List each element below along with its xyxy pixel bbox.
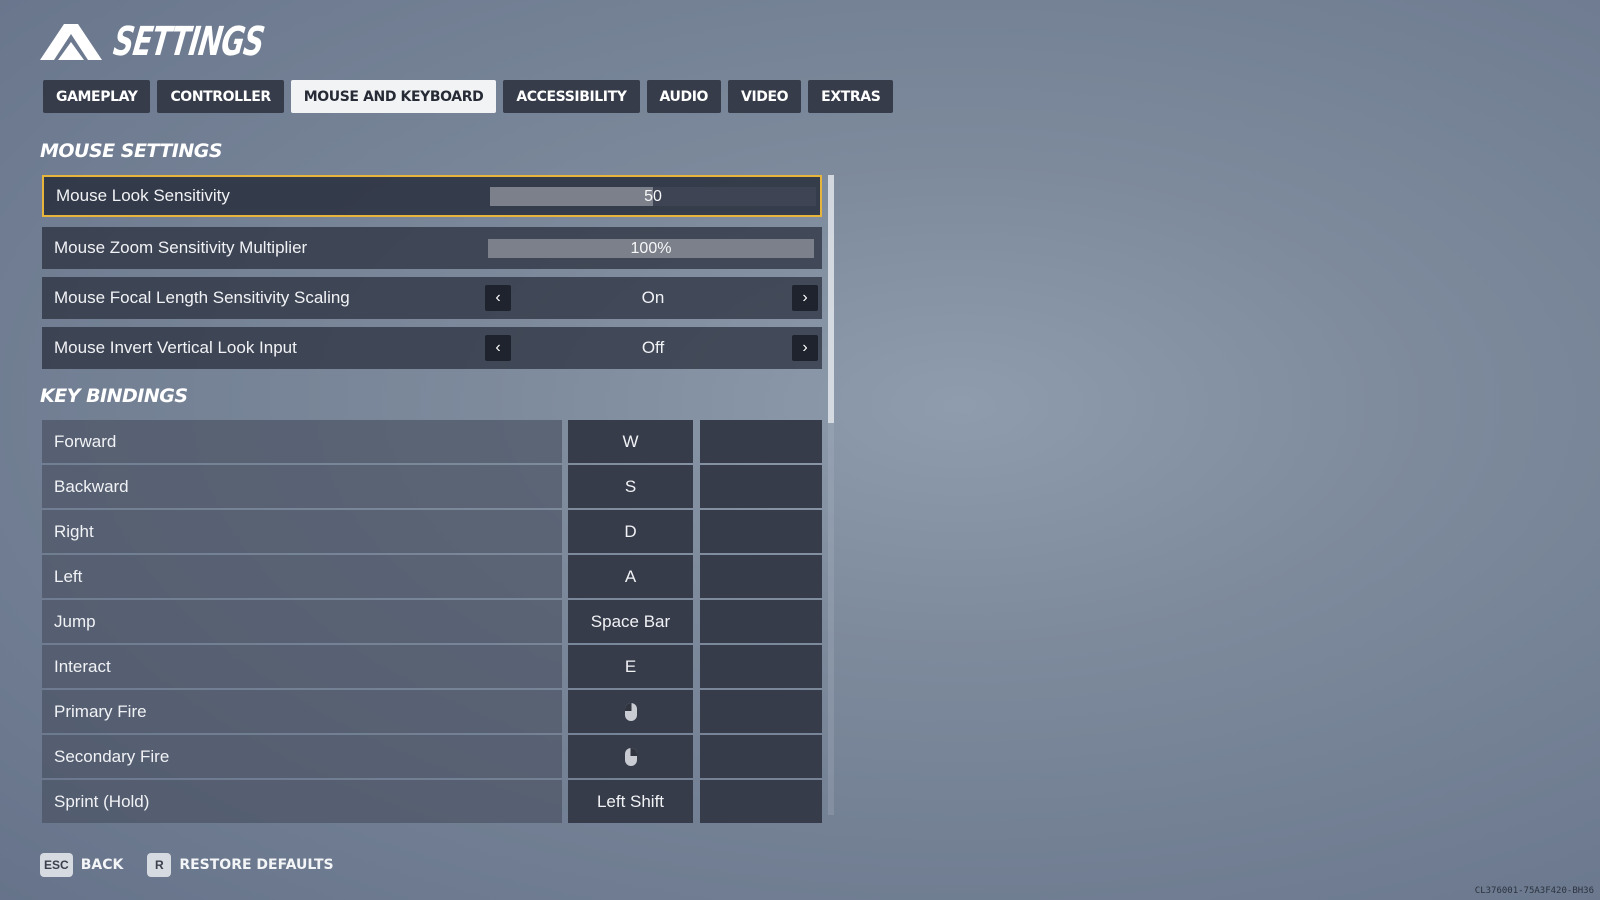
build-id: CL376001-75A3F420-BH36: [1474, 886, 1594, 896]
keybind-secondary-slot[interactable]: [700, 780, 822, 823]
setting-label: Mouse Focal Length Sensitivity Scaling: [54, 288, 350, 307]
keybind-action: Jump: [42, 600, 562, 643]
keybind-action: Forward: [42, 420, 562, 463]
restore-defaults-button[interactable]: R RESTORE DEFAULTS: [147, 853, 334, 877]
keybind-row-primary-fire: Primary Fire: [42, 690, 822, 733]
chevron-left-icon[interactable]: ‹: [485, 335, 511, 361]
keybind-row-backward: Backward S: [42, 465, 822, 508]
tab-controller[interactable]: CONTROLLER: [157, 80, 284, 113]
keybind-row-secondary-fire: Secondary Fire: [42, 735, 822, 778]
keybind-action: Primary Fire: [42, 690, 562, 733]
selector-value: Off: [641, 338, 665, 357]
setting-mouse-invert-vertical-look[interactable]: Mouse Invert Vertical Look Input ‹ Off ›: [42, 327, 822, 369]
footer: ESC BACK R RESTORE DEFAULTS: [40, 853, 358, 877]
keybind-action-label: Sprint (Hold): [54, 791, 150, 811]
esc-keycap: ESC: [40, 853, 73, 877]
keybind-secondary-slot[interactable]: [700, 645, 822, 688]
keybind-secondary-slot[interactable]: [700, 690, 822, 733]
keybind-action-label: Interact: [54, 656, 111, 676]
chevron-right-icon[interactable]: ›: [792, 285, 818, 311]
keybind-primary-slot[interactable]: [568, 690, 693, 733]
keybind-action-label: Backward: [54, 476, 129, 496]
keybind-action: Sprint (Hold): [42, 780, 562, 823]
header: SETTINGS: [40, 18, 305, 66]
keybind-secondary-slot[interactable]: [700, 735, 822, 778]
keybind-row-left: Left A: [42, 555, 822, 598]
mouse-zoom-sensitivity-slider[interactable]: 100%: [488, 238, 814, 258]
key-bindings-heading: KEY BINDINGS: [40, 385, 188, 407]
keybind-primary-slot[interactable]: E: [568, 645, 693, 688]
tab-extras[interactable]: EXTRAS: [808, 80, 894, 113]
keybind-row-jump: Jump Space Bar: [42, 600, 822, 643]
keybind-secondary-slot[interactable]: [700, 465, 822, 508]
keybind-primary-slot[interactable]: S: [568, 465, 693, 508]
keybind-secondary-slot[interactable]: [700, 600, 822, 643]
scrollbar-thumb[interactable]: [828, 175, 834, 423]
back-label: BACK: [80, 857, 124, 873]
keybind-action-label: Primary Fire: [54, 701, 147, 721]
left-mouse-button-icon: [624, 702, 637, 721]
setting-mouse-look-sensitivity[interactable]: Mouse Look Sensitivity 50: [42, 175, 822, 217]
tab-accessibility[interactable]: ACCESSIBILITY: [503, 80, 640, 113]
keybind-action: Interact: [42, 645, 562, 688]
keybind-action: Secondary Fire: [42, 735, 562, 778]
chevron-logo-icon: [40, 24, 102, 60]
scrollbar[interactable]: [828, 175, 834, 815]
keybind-primary-slot[interactable]: Left Shift: [568, 780, 693, 823]
right-mouse-button-icon: [624, 747, 637, 766]
mouse-settings-heading: MOUSE SETTINGS: [40, 140, 223, 162]
r-keycap: R: [147, 853, 172, 877]
slider-value: 50: [644, 187, 662, 205]
keybind-primary-slot[interactable]: A: [568, 555, 693, 598]
tab-video[interactable]: VIDEO: [728, 80, 802, 113]
keybind-action-label: Forward: [54, 431, 117, 451]
slider-value: 100%: [630, 239, 672, 257]
page-title: SETTINGS: [110, 19, 267, 65]
tab-gameplay[interactable]: GAMEPLAY: [43, 80, 151, 113]
back-button[interactable]: ESC BACK: [40, 853, 123, 877]
tab-mouse-and-keyboard[interactable]: MOUSE AND KEYBOARD: [290, 80, 497, 113]
restore-defaults-label: RESTORE DEFAULTS: [179, 857, 334, 873]
keybind-action: Left: [42, 555, 562, 598]
keybind-action-label: Jump: [54, 611, 96, 631]
keybind-row-right: Right D: [42, 510, 822, 553]
keybind-action: Right: [42, 510, 562, 553]
chevron-left-icon[interactable]: ‹: [485, 285, 511, 311]
keybind-action: Backward: [42, 465, 562, 508]
keybind-secondary-slot[interactable]: [700, 510, 822, 553]
setting-mouse-focal-length-scaling[interactable]: Mouse Focal Length Sensitivity Scaling ‹…: [42, 277, 822, 319]
keybind-row-sprint: Sprint (Hold) Left Shift: [42, 780, 822, 823]
tab-bar: GAMEPLAY CONTROLLER MOUSE AND KEYBOARD A…: [43, 80, 894, 113]
keybind-primary-slot[interactable]: W: [568, 420, 693, 463]
keybind-secondary-slot[interactable]: [700, 555, 822, 598]
setting-label: Mouse Look Sensitivity: [56, 186, 230, 205]
keybind-primary-slot[interactable]: [568, 735, 693, 778]
keybind-primary-slot[interactable]: Space Bar: [568, 600, 693, 643]
tab-audio[interactable]: AUDIO: [646, 80, 722, 113]
keybind-action-label: Right: [54, 521, 94, 541]
keybind-row-interact: Interact E: [42, 645, 822, 688]
keybind-action-label: Left: [54, 566, 83, 586]
selector-value: On: [641, 288, 665, 307]
keybind-primary-slot[interactable]: D: [568, 510, 693, 553]
keybind-secondary-slot[interactable]: [700, 420, 822, 463]
keybind-row-forward: Forward W: [42, 420, 822, 463]
chevron-right-icon[interactable]: ›: [792, 335, 818, 361]
mouse-look-sensitivity-slider[interactable]: 50: [490, 186, 816, 206]
setting-mouse-zoom-sensitivity-multiplier[interactable]: Mouse Zoom Sensitivity Multiplier 100%: [42, 227, 822, 269]
setting-label: Mouse Invert Vertical Look Input: [54, 338, 297, 357]
setting-label: Mouse Zoom Sensitivity Multiplier: [54, 238, 308, 257]
keybind-action-label: Secondary Fire: [54, 746, 170, 766]
